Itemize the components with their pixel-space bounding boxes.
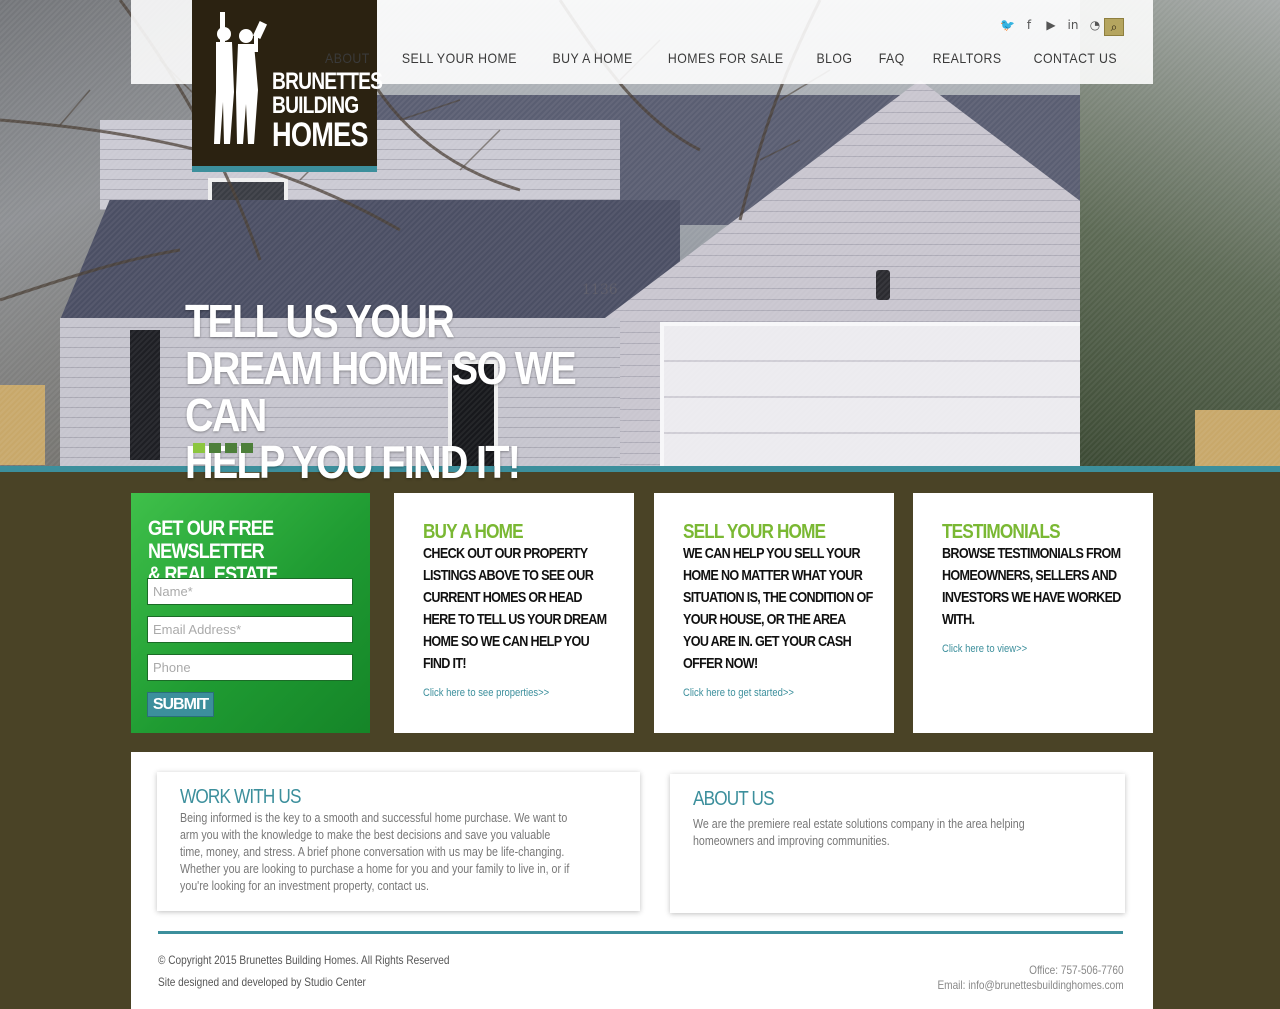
- contact-email[interactable]: Email: info@brunettesbuildinghomes.com: [938, 978, 1124, 993]
- phone-field[interactable]: [147, 654, 353, 681]
- card-title: SELL YOUR HOME: [683, 521, 826, 543]
- work-with-us-panel: WORK WITH US Being informed is the key t…: [157, 772, 640, 911]
- office-phone[interactable]: Office: 757-506-7760: [938, 963, 1124, 978]
- nav-buy-a-home[interactable]: BUY A HOME: [553, 50, 633, 66]
- youtube-icon[interactable]: ▶: [1044, 18, 1058, 32]
- hero-headline-line1: TELL US YOUR: [185, 295, 455, 347]
- nav-about[interactable]: ABOUT: [325, 50, 370, 66]
- name-field[interactable]: [147, 578, 353, 605]
- logo-line1: BRUNETTES: [272, 68, 383, 95]
- lower-content: WORK WITH US Being informed is the key t…: [131, 752, 1153, 1009]
- slider-dot[interactable]: [225, 443, 237, 453]
- email-field[interactable]: [147, 616, 353, 643]
- work-with-us-body: Being informed is the key to a smooth an…: [180, 810, 570, 893]
- nav-homes-for-sale[interactable]: HOMES FOR SALE: [668, 50, 784, 66]
- view-testimonials-link[interactable]: Click here to view>>: [942, 643, 1108, 655]
- card-sell-your-home: SELL YOUR HOME WE CAN HELP YOU SELL YOUR…: [654, 493, 894, 733]
- linkedin-icon[interactable]: in: [1066, 18, 1080, 32]
- main-nav: ABOUT SELL YOUR HOME BUY A HOME HOMES FO…: [322, 50, 1123, 66]
- card-title: BUY A HOME: [423, 521, 524, 543]
- work-with-us-title: WORK WITH US: [180, 786, 301, 808]
- slider-dot[interactable]: [209, 443, 221, 453]
- see-properties-link[interactable]: Click here to see properties>>: [423, 687, 589, 699]
- about-us-title: ABOUT US: [693, 788, 775, 810]
- search-icon[interactable]: ⌕: [1104, 18, 1124, 36]
- logo-line3: HOMES: [272, 116, 369, 154]
- rss-icon[interactable]: ◔: [1088, 18, 1102, 32]
- card-buy-a-home: BUY A HOME CHECK OUT OUR PROPERTY LISTIN…: [394, 493, 634, 733]
- hero-headline: TELL US YOUR DREAM HOME SO WE CAN HELP Y…: [185, 298, 581, 486]
- facebook-icon[interactable]: f: [1022, 18, 1036, 32]
- logo-line2: BUILDING: [272, 92, 359, 119]
- nav-blog[interactable]: BLOG: [816, 50, 852, 66]
- slider-dot[interactable]: [193, 443, 205, 453]
- get-started-link[interactable]: Click here to get started>>: [683, 687, 849, 699]
- nav-faq[interactable]: FAQ: [878, 50, 904, 66]
- footer-contact: Office: 757-506-7760 Email: info@brunett…: [938, 963, 1124, 993]
- card-body: CHECK OUT OUR PROPERTY LISTINGS ABOVE TO…: [423, 545, 607, 672]
- hero-headline-line2: DREAM HOME SO WE CAN: [185, 342, 577, 441]
- card-body: BROWSE TESTIMONIALS FROM HOMEOWNERS, SEL…: [942, 545, 1121, 628]
- newsletter-form: GET OUR FREE NEWSLETTER & REAL ESTATE IN…: [131, 493, 370, 733]
- about-us-panel: ABOUT US We are the premiere real estate…: [670, 774, 1125, 913]
- logo-wordmark: BRUNETTES BUILDING HOMES: [272, 68, 383, 154]
- slider-dot[interactable]: [241, 443, 253, 453]
- slider-pagination: [193, 443, 253, 453]
- copyright-text: © Copyright 2015 Brunettes Building Home…: [158, 953, 450, 967]
- social-links: 🐦 f ▶ in ◔: [1000, 18, 1102, 32]
- footer-left: © Copyright 2015 Brunettes Building Home…: [158, 949, 449, 993]
- footer-divider: [158, 931, 1123, 934]
- submit-button[interactable]: SUBMIT: [147, 692, 214, 717]
- nav-sell-your-home[interactable]: SELL YOUR HOME: [402, 50, 517, 66]
- card-body: WE CAN HELP YOU SELL YOUR HOME NO MATTER…: [683, 545, 873, 672]
- card-title: TESTIMONIALS: [942, 521, 1061, 543]
- credit-text[interactable]: Site designed and developed by Studio Ce…: [158, 971, 449, 993]
- site-logo[interactable]: BRUNETTES BUILDING HOMES: [192, 0, 383, 172]
- about-us-body: We are the premiere real estate solution…: [693, 816, 1025, 848]
- twitter-icon[interactable]: 🐦: [1000, 18, 1015, 32]
- logo-figures-icon: [214, 12, 268, 144]
- card-testimonials: TESTIMONIALS BROWSE TESTIMONIALS FROM HO…: [913, 493, 1153, 733]
- nav-contact-us[interactable]: CONTACT US: [1034, 50, 1117, 66]
- nav-realtors[interactable]: REALTORS: [933, 50, 1002, 66]
- newsletter-title-line1: GET OUR FREE NEWSLETTER: [148, 517, 274, 563]
